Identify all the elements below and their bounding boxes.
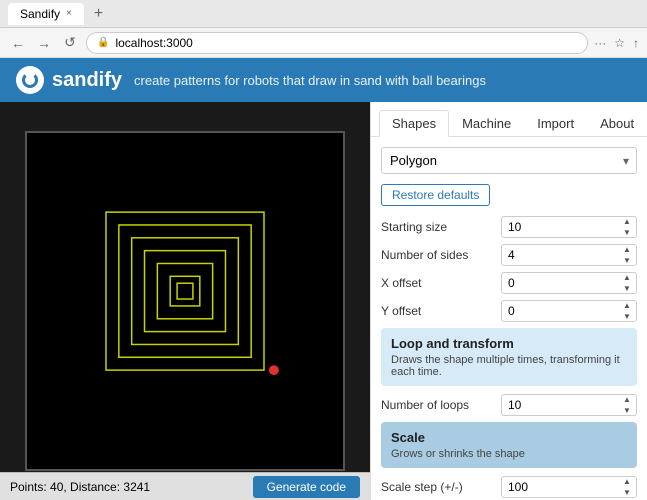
- url-text: localhost:3000: [115, 36, 192, 50]
- browser-tab[interactable]: Sandify ×: [8, 3, 84, 25]
- canvas-area: Points: 40, Distance: 3241 Generate code: [0, 102, 370, 500]
- y-offset-row: Y offset ▲ ▼: [381, 300, 637, 322]
- num-sides-spinner: ▲ ▼: [619, 244, 635, 266]
- tab-shapes[interactable]: Shapes: [379, 110, 449, 137]
- tab-about[interactable]: About: [587, 110, 647, 136]
- logo-icon: [22, 72, 38, 88]
- scale-step-row: Scale step (+/-) ▲ ▼: [381, 476, 637, 498]
- num-sides-label: Number of sides: [381, 248, 501, 262]
- browser-chrome: Sandify × +: [0, 0, 647, 28]
- x-offset-up[interactable]: ▲: [619, 272, 635, 283]
- num-sides-input-wrap: ▲ ▼: [501, 244, 637, 266]
- num-loops-up[interactable]: ▲: [619, 394, 635, 405]
- nav-icons: ··· ☆ ↑: [594, 36, 639, 50]
- status-bar: Points: 40, Distance: 3241 Generate code: [0, 472, 370, 500]
- num-sides-row: Number of sides ▲ ▼: [381, 244, 637, 266]
- starting-size-row: Starting size ▲ ▼: [381, 216, 637, 238]
- scale-step-spinner: ▲ ▼: [619, 476, 635, 498]
- browser-nav: ← → ↺ 🔒 localhost:3000 ··· ☆ ↑: [0, 28, 647, 58]
- x-offset-row: X offset ▲ ▼: [381, 272, 637, 294]
- drawing-canvas[interactable]: [27, 133, 343, 469]
- num-loops-row: Number of loops ▲ ▼: [381, 394, 637, 416]
- main-container: Points: 40, Distance: 3241 Generate code…: [0, 102, 647, 500]
- x-offset-spinner: ▲ ▼: [619, 272, 635, 294]
- starting-size-spinner: ▲ ▼: [619, 216, 635, 238]
- shape-selector[interactable]: Polygon Star Circle Spiral Rose: [381, 147, 637, 174]
- num-loops-down[interactable]: ▼: [619, 405, 635, 416]
- num-loops-label: Number of loops: [381, 398, 501, 412]
- share-btn[interactable]: ↑: [633, 36, 639, 50]
- starting-size-input-wrap: ▲ ▼: [501, 216, 637, 238]
- y-offset-label: Y offset: [381, 304, 501, 318]
- tab-machine[interactable]: Machine: [449, 110, 524, 136]
- starting-size-label: Starting size: [381, 220, 501, 234]
- scale-step-input[interactable]: [501, 476, 637, 498]
- right-panel: Shapes Machine Import About Polygon Star…: [370, 102, 647, 500]
- y-offset-down[interactable]: ▼: [619, 311, 635, 322]
- num-sides-up[interactable]: ▲: [619, 244, 635, 255]
- y-offset-spinner: ▲ ▼: [619, 300, 635, 322]
- reload-btn[interactable]: ↺: [60, 34, 80, 51]
- scale-step-input-wrap: ▲ ▼: [501, 476, 637, 498]
- y-offset-input-wrap: ▲ ▼: [501, 300, 637, 322]
- logo: [16, 66, 44, 94]
- bookmark-btn[interactable]: ☆: [614, 36, 625, 50]
- canvas-border: [25, 131, 345, 471]
- scale-step-label: Scale step (+/-): [381, 480, 501, 494]
- starting-size-up[interactable]: ▲: [619, 216, 635, 227]
- app-subtitle: create patterns for robots that draw in …: [134, 73, 486, 88]
- loop-transform-desc: Draws the shape multiple times, transfor…: [391, 354, 627, 378]
- loop-transform-title: Loop and transform: [391, 336, 627, 351]
- tab-close-btn[interactable]: ×: [66, 8, 72, 19]
- generate-code-button[interactable]: Generate code: [253, 476, 360, 498]
- x-offset-down[interactable]: ▼: [619, 283, 635, 294]
- starting-size-input[interactable]: [501, 216, 637, 238]
- back-btn[interactable]: ←: [8, 35, 28, 51]
- num-sides-input[interactable]: [501, 244, 637, 266]
- y-offset-up[interactable]: ▲: [619, 300, 635, 311]
- scale-desc: Grows or shrinks the shape: [391, 448, 627, 460]
- scale-section: Scale Grows or shrinks the shape: [381, 422, 637, 468]
- tabs-bar: Shapes Machine Import About: [371, 102, 647, 137]
- starting-size-down[interactable]: ▼: [619, 227, 635, 238]
- restore-defaults-button[interactable]: Restore defaults: [381, 184, 490, 206]
- address-bar[interactable]: 🔒 localhost:3000: [86, 32, 588, 54]
- tab-title: Sandify: [20, 7, 60, 21]
- scale-step-up[interactable]: ▲: [619, 476, 635, 487]
- tab-import[interactable]: Import: [524, 110, 587, 136]
- app-title: sandify: [52, 69, 122, 92]
- num-loops-spinner: ▲ ▼: [619, 394, 635, 416]
- app-header: sandify create patterns for robots that …: [0, 58, 647, 102]
- scale-step-down[interactable]: ▼: [619, 487, 635, 498]
- num-loops-input-wrap: ▲ ▼: [501, 394, 637, 416]
- shape-selector-wrap: Polygon Star Circle Spiral Rose ▾: [381, 147, 637, 174]
- num-sides-down[interactable]: ▼: [619, 255, 635, 266]
- x-offset-input[interactable]: [501, 272, 637, 294]
- x-offset-input-wrap: ▲ ▼: [501, 272, 637, 294]
- num-loops-input[interactable]: [501, 394, 637, 416]
- extras-btn[interactable]: ···: [594, 36, 606, 50]
- scale-title: Scale: [391, 430, 627, 445]
- forward-btn[interactable]: →: [34, 35, 54, 51]
- panel-content: Polygon Star Circle Spiral Rose ▾ Restor…: [371, 137, 647, 500]
- y-offset-input[interactable]: [501, 300, 637, 322]
- loop-transform-section: Loop and transform Draws the shape multi…: [381, 328, 637, 386]
- new-tab-btn[interactable]: +: [94, 5, 103, 23]
- status-text: Points: 40, Distance: 3241: [10, 480, 150, 494]
- endpoint-dot: [269, 365, 279, 375]
- x-offset-label: X offset: [381, 276, 501, 290]
